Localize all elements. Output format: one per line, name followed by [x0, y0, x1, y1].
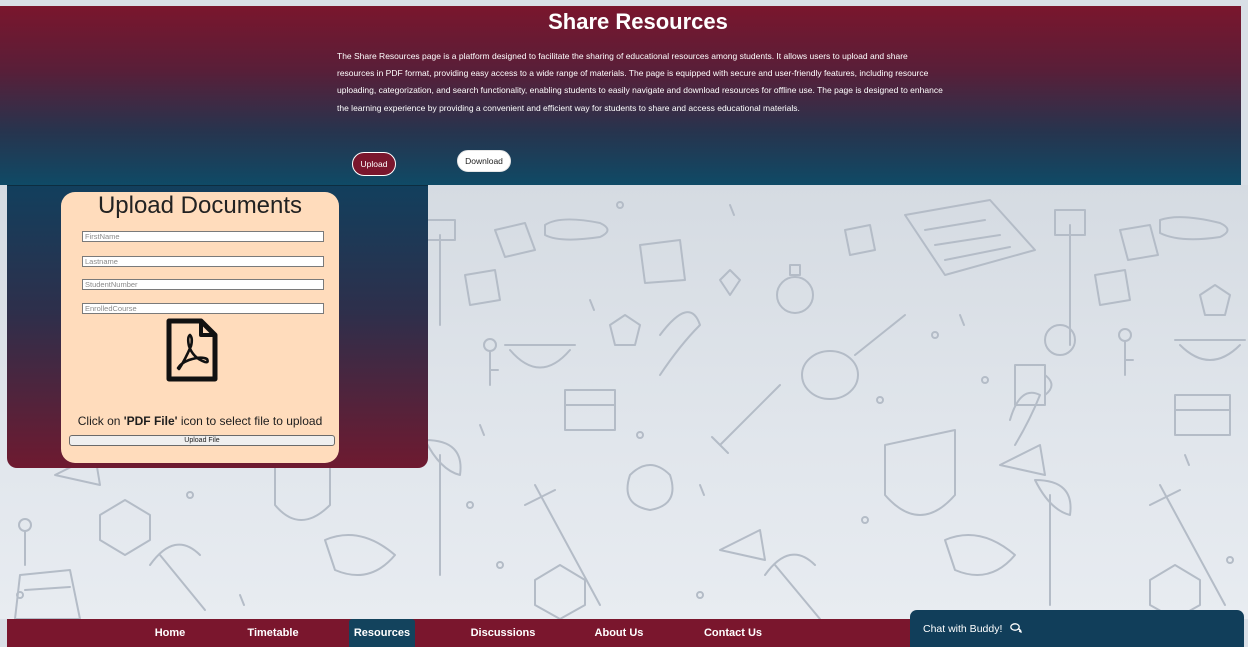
upload-file-button[interactable]: Upload File	[69, 435, 335, 446]
download-tab-button[interactable]: Download	[457, 150, 511, 172]
nav-item-home[interactable]: Home	[147, 619, 193, 647]
pdf-file-icon[interactable]	[165, 318, 219, 382]
upload-title: Upload Documents	[97, 192, 303, 219]
nav-item-discussions[interactable]: Discussions	[466, 619, 540, 647]
first-name-input[interactable]	[82, 231, 324, 242]
nav-item-resources[interactable]: Resources	[349, 619, 415, 647]
enrolled-course-input[interactable]	[82, 303, 324, 314]
page-description: The Share Resources page is a platform d…	[337, 51, 943, 113]
student-number-input[interactable]	[82, 279, 324, 290]
instruction-prefix: Click on	[77, 414, 124, 428]
chat-widget[interactable]: Chat with Buddy!	[910, 610, 1244, 647]
upload-instruction: Click on 'PDF File' icon to select file …	[61, 414, 339, 428]
upload-tab-button[interactable]: Upload	[352, 152, 396, 176]
instruction-suffix: icon to select file to upload	[177, 414, 323, 428]
nav-item-about-us[interactable]: About Us	[589, 619, 649, 647]
last-name-input[interactable]	[82, 256, 324, 267]
page-title: Share Resources	[548, 9, 728, 34]
chat-bubbles-icon	[1010, 623, 1022, 633]
chat-label: Chat with Buddy!	[923, 623, 1003, 635]
nav-item-timetable[interactable]: Timetable	[241, 619, 305, 647]
upload-panel: Upload Documents Click on 'PDF File' ico…	[7, 185, 428, 468]
nav-item-contact-us[interactable]: Contact Us	[697, 619, 769, 647]
upload-card: Upload Documents Click on 'PDF File' ico…	[61, 192, 339, 463]
page-header: Share Resources The Share Resources page…	[0, 6, 1241, 185]
instruction-bold: 'PDF File'	[123, 414, 178, 428]
